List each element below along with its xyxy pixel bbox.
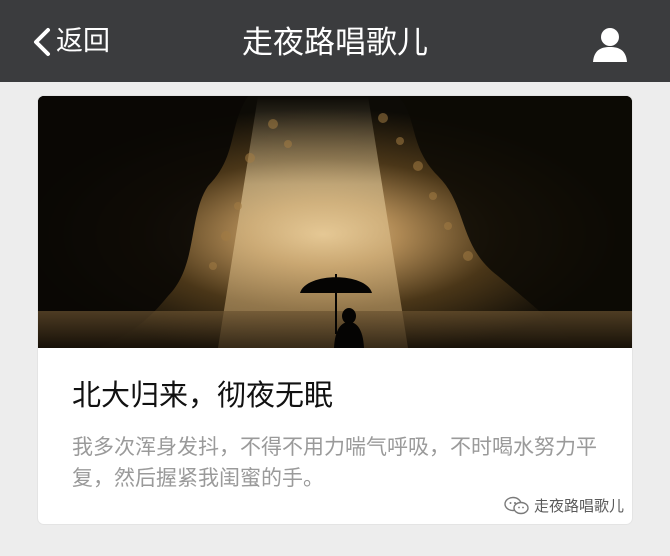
back-button[interactable]: 返回 xyxy=(30,22,110,62)
wechat-icon xyxy=(504,496,529,514)
top-navigation-bar: 返回 走夜路唱歌儿 xyxy=(0,0,670,82)
page-title: 走夜路唱歌儿 xyxy=(242,25,428,61)
chevron-left-icon xyxy=(34,28,50,56)
back-label: 返回 xyxy=(56,26,110,57)
article-title: 北大归来，彻夜无眠 xyxy=(72,378,334,412)
watermark: 走夜路唱歌儿 xyxy=(504,495,624,516)
article-card[interactable]: 北大归来，彻夜无眠 我多次浑身发抖，不得不用力喘气呼吸，不时喝水努力平复，然后握… xyxy=(38,96,632,524)
hero-image xyxy=(38,96,632,348)
person-icon[interactable] xyxy=(591,26,629,64)
watermark-label: 走夜路唱歌儿 xyxy=(533,497,624,515)
article-description: 我多次浑身发抖，不得不用力喘气呼吸，不时喝水努力平复，然后握紧我闺蜜的手。 xyxy=(72,435,597,490)
